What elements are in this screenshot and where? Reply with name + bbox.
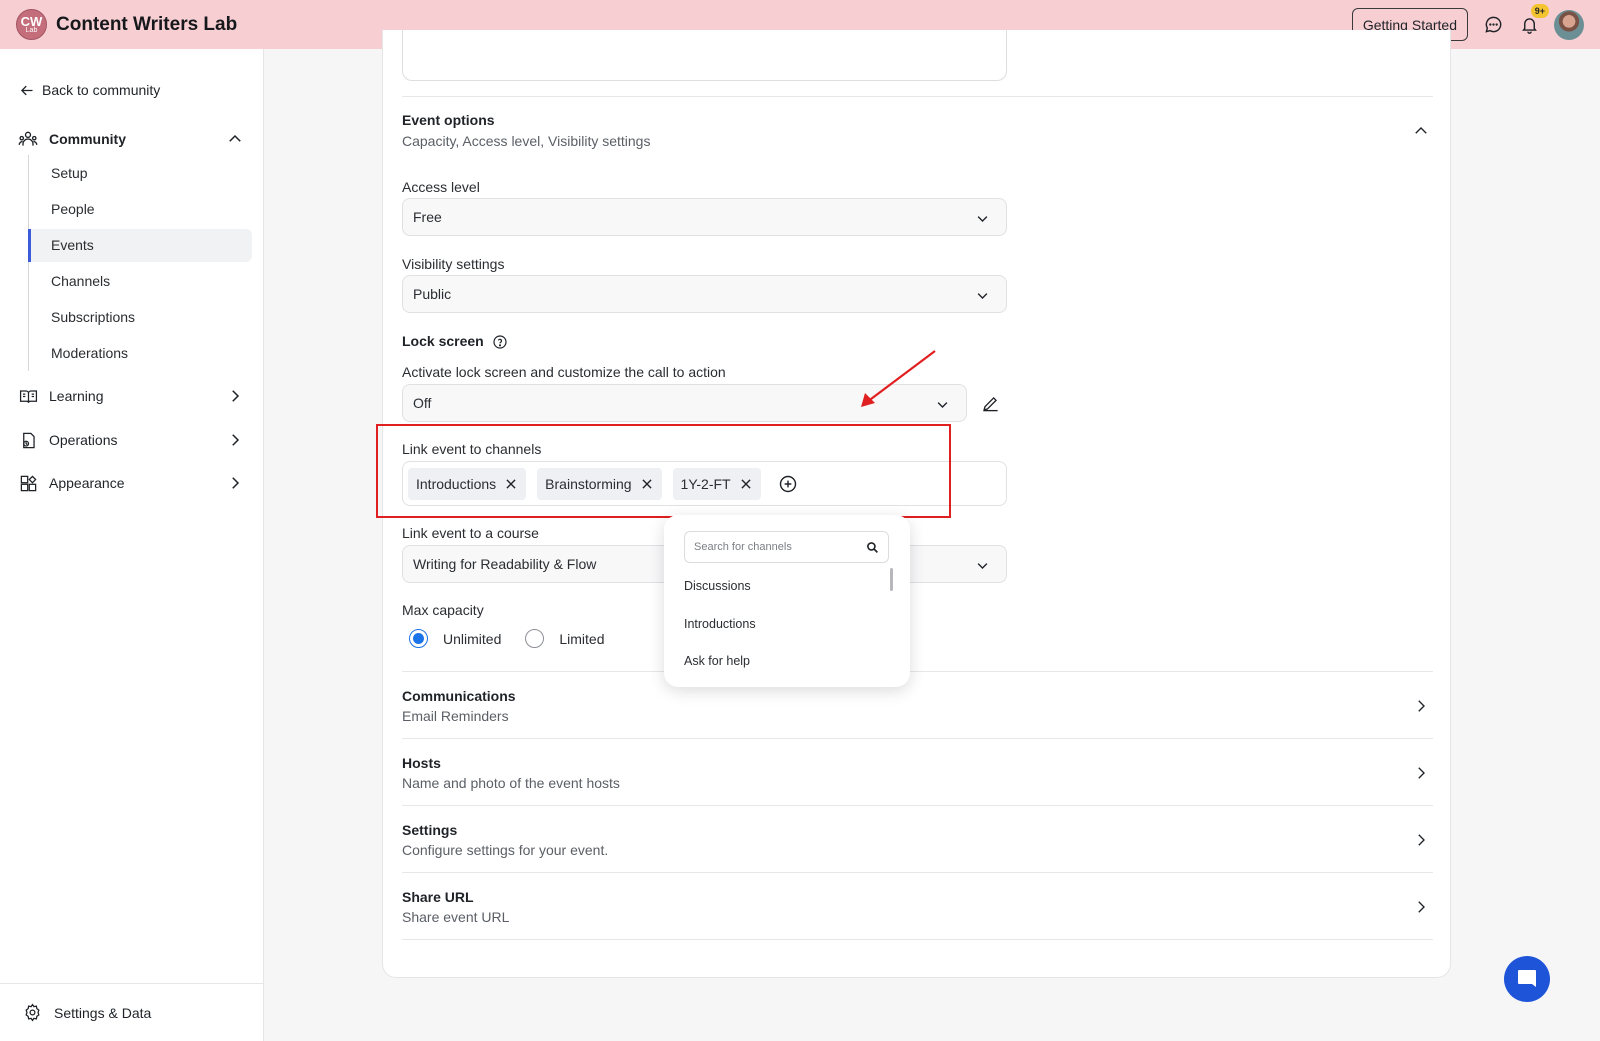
- sidebar-section-community[interactable]: Community: [18, 127, 248, 151]
- chevron-up-icon: [226, 130, 244, 151]
- dropdown-scrollbar[interactable]: [890, 568, 893, 591]
- chevron-right-icon: [1412, 898, 1430, 921]
- lock-screen-label: Activate lock screen and customize the c…: [402, 364, 726, 380]
- chevron-down-icon: [975, 558, 990, 576]
- channel-search-input[interactable]: [694, 541, 854, 553]
- dropdown-option[interactable]: Introductions: [684, 617, 756, 631]
- highlight-box: [376, 424, 951, 518]
- course-value: Writing for Readability & Flow: [413, 556, 597, 572]
- section-subtitle: Configure settings for your event.: [402, 842, 609, 858]
- user-avatar[interactable]: [1554, 9, 1584, 40]
- divider: [402, 805, 1433, 806]
- channel-dropdown: Discussions Introductions Ask for help: [664, 515, 910, 687]
- community-icon: [18, 129, 38, 149]
- chevron-right-icon: [226, 431, 244, 452]
- community-label: Community: [49, 131, 126, 147]
- sidebar-item-setup[interactable]: Setup: [51, 165, 88, 181]
- search-icon[interactable]: [866, 541, 879, 559]
- operations-icon: [18, 430, 38, 450]
- pencil-icon[interactable]: [981, 394, 1000, 418]
- operations-label: Operations: [49, 432, 118, 448]
- appearance-label: Appearance: [49, 475, 125, 491]
- settings-data-label: Settings & Data: [54, 1004, 152, 1021]
- back-to-community-link[interactable]: Back to community: [20, 82, 160, 98]
- chevron-up-icon[interactable]: [1412, 122, 1430, 145]
- link-course-label: Link event to a course: [402, 525, 539, 541]
- chevron-right-icon: [226, 474, 244, 495]
- sidebar-item-subscriptions[interactable]: Subscriptions: [51, 309, 135, 325]
- settings-and-data-button[interactable]: Settings & Data: [0, 983, 264, 1041]
- visibility-label: Visibility settings: [402, 256, 505, 272]
- event-options-subtitle: Capacity, Access level, Visibility setti…: [402, 133, 651, 149]
- section-subtitle: Share event URL: [402, 909, 510, 925]
- chevron-down-icon: [975, 211, 990, 229]
- sidebar: Back to community Community Setup People…: [0, 49, 264, 1041]
- logo-subtext: Lab: [25, 26, 38, 34]
- chevron-right-icon: [1412, 764, 1430, 787]
- access-level-value: Free: [413, 209, 442, 225]
- notification-badge: 9+: [1529, 2, 1550, 19]
- sidebar-section-operations[interactable]: Operations: [18, 428, 248, 452]
- divider: [402, 671, 1433, 672]
- community-logo[interactable]: CW Lab: [16, 9, 47, 40]
- radio-limited[interactable]: [525, 629, 545, 648]
- dropdown-option[interactable]: Discussions: [684, 579, 751, 593]
- section-title: Hosts: [402, 755, 441, 771]
- divider: [402, 96, 1433, 97]
- back-label: Back to community: [42, 82, 161, 98]
- book-icon: [18, 386, 38, 406]
- annotation-arrow: [861, 350, 936, 407]
- radio-unlimited-label: Unlimited: [443, 630, 502, 647]
- gear-icon: [25, 1003, 40, 1022]
- previous-field-bottom: [402, 30, 1007, 81]
- sidebar-item-people[interactable]: People: [51, 201, 95, 217]
- chat-icon[interactable]: [1482, 14, 1504, 36]
- appearance-icon: [18, 473, 38, 493]
- arrow-left-icon: [20, 85, 33, 95]
- lock-screen-title: Lock screen: [402, 333, 508, 350]
- sidebar-section-learning[interactable]: Learning: [18, 384, 248, 408]
- channel-search-box: [684, 531, 889, 563]
- visibility-select[interactable]: Public: [402, 275, 1007, 313]
- dropdown-option[interactable]: Ask for help: [684, 654, 750, 668]
- max-capacity-label: Max capacity: [402, 602, 484, 618]
- access-level-select[interactable]: Free: [402, 198, 1007, 236]
- section-subtitle: Name and photo of the event hosts: [402, 775, 620, 791]
- chevron-right-icon: [1412, 831, 1430, 854]
- lock-screen-title-text: Lock screen: [402, 333, 484, 349]
- section-title: Communications: [402, 688, 516, 704]
- access-level-label: Access level: [402, 179, 480, 195]
- event-options-title: Event options: [402, 112, 495, 128]
- chevron-right-icon: [226, 387, 244, 408]
- section-title: Share URL: [402, 889, 474, 905]
- section-title: Settings: [402, 822, 458, 838]
- section-subtitle: Email Reminders: [402, 708, 509, 724]
- lock-screen-value: Off: [413, 395, 432, 411]
- divider: [402, 939, 1433, 940]
- help-circle-icon[interactable]: [492, 334, 508, 350]
- sidebar-item-moderations[interactable]: Moderations: [51, 345, 128, 361]
- community-name: Content Writers Lab: [56, 13, 238, 35]
- visibility-value: Public: [413, 286, 452, 302]
- event-editor-card: Event options Capacity, Access level, Vi…: [376, 30, 1451, 978]
- chevron-right-icon: [1412, 697, 1430, 720]
- divider: [402, 872, 1433, 873]
- tree-line: [28, 155, 29, 371]
- radio-limited-label: Limited: [559, 630, 605, 647]
- learning-label: Learning: [49, 388, 104, 404]
- chevron-down-icon: [975, 288, 990, 306]
- divider: [402, 738, 1433, 739]
- capacity-radio-group: Unlimited Limited: [409, 629, 605, 648]
- radio-unlimited[interactable]: [409, 629, 428, 648]
- sidebar-item-events[interactable]: Events: [51, 237, 94, 253]
- sidebar-item-channels[interactable]: Channels: [51, 273, 110, 289]
- sidebar-section-appearance[interactable]: Appearance: [18, 471, 248, 495]
- logo-text: CW: [20, 13, 43, 29]
- bell-icon[interactable]: 9+: [1518, 2, 1550, 36]
- support-chat-button[interactable]: [1504, 956, 1550, 1002]
- chat-bubble-icon: [1518, 970, 1536, 987]
